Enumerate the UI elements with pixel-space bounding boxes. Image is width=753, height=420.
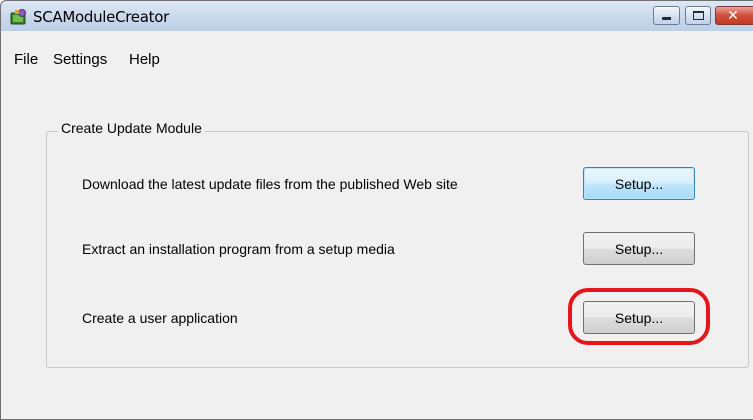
extract-installation-setup-button[interactable]: Setup... (583, 232, 695, 265)
download-updates-setup-button[interactable]: Setup... (583, 167, 695, 200)
maximize-button[interactable] (685, 6, 711, 25)
download-updates-label: Download the latest update files from th… (82, 176, 458, 192)
menu-settings[interactable]: Settings (53, 51, 107, 68)
menu-file[interactable]: File (14, 51, 38, 68)
group-title: Create Update Module (58, 120, 205, 136)
minimize-icon (662, 17, 671, 20)
extract-installation-label: Extract an installation program from a s… (82, 241, 395, 257)
minimize-button[interactable] (653, 6, 680, 25)
window-title: SCAModuleCreator (33, 8, 169, 26)
title-bar[interactable]: SCAModuleCreator ✕ (1, 1, 753, 31)
create-user-application-label: Create a user application (82, 310, 238, 326)
create-user-application-setup-button[interactable]: Setup... (583, 301, 695, 334)
menu-help[interactable]: Help (129, 51, 160, 68)
menu-bar (1, 31, 753, 59)
app-icon (10, 9, 26, 25)
close-button[interactable]: ✕ (715, 6, 753, 25)
maximize-icon (692, 11, 704, 20)
close-icon: ✕ (727, 7, 739, 24)
